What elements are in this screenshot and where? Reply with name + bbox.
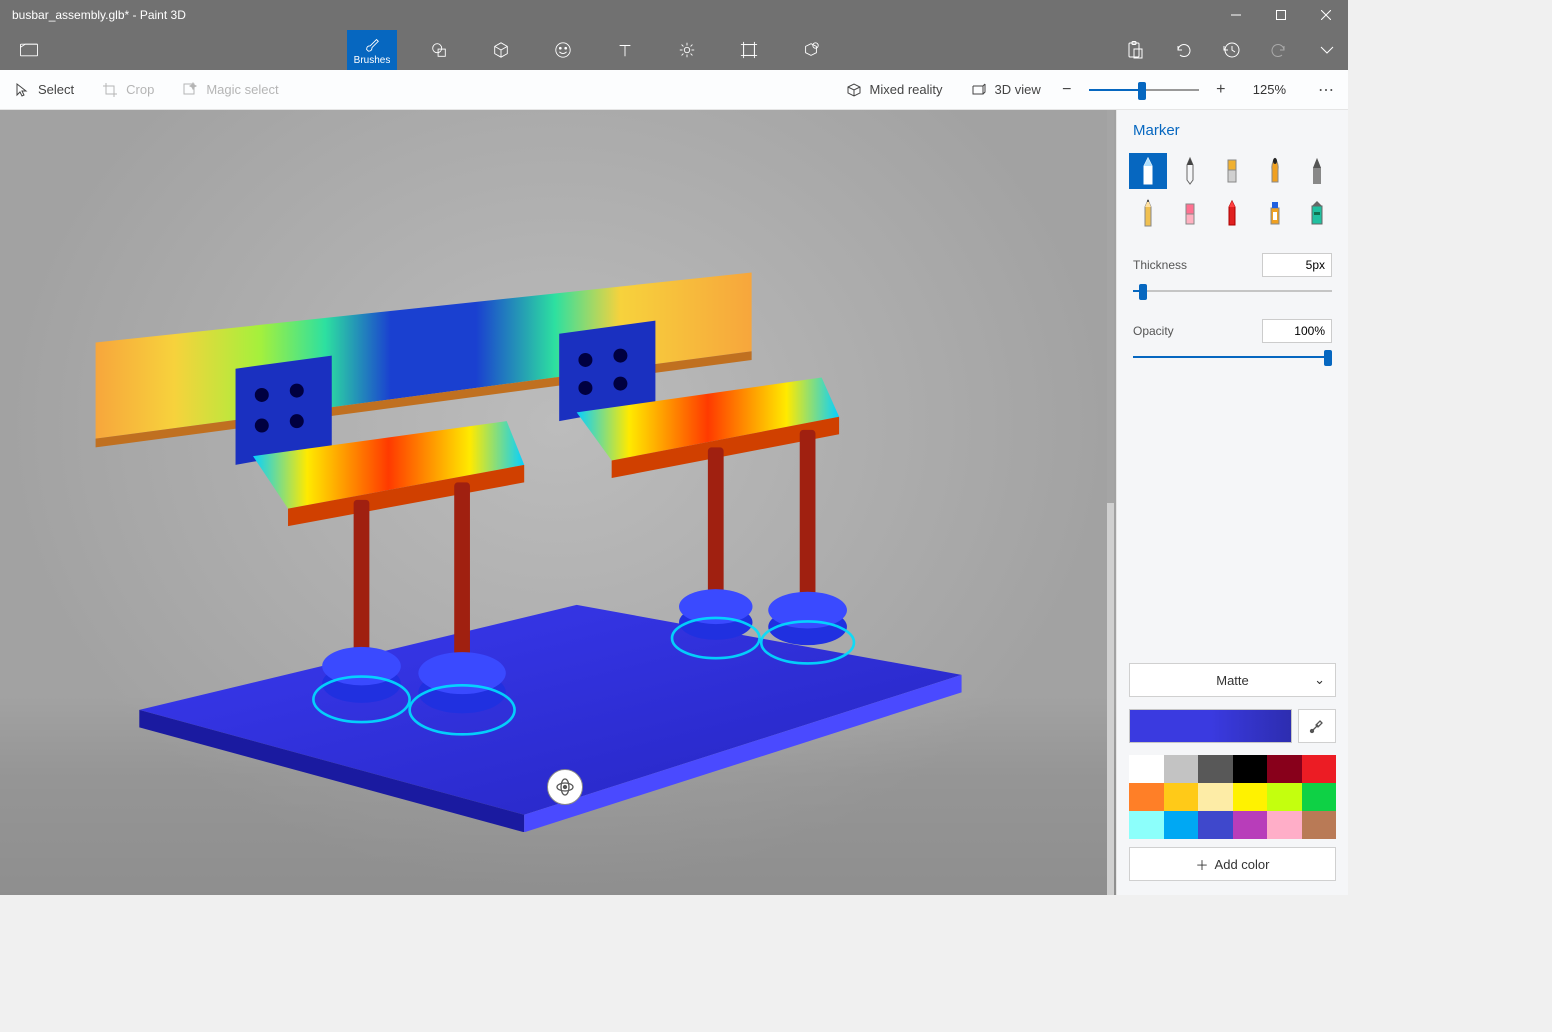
mixed-reality-button[interactable]: Mixed reality [832, 82, 957, 98]
color-swatch[interactable] [1198, 783, 1233, 811]
material-label: Matte [1216, 673, 1249, 688]
brush-watercolor[interactable] [1256, 153, 1294, 189]
opacity-slider[interactable] [1133, 347, 1332, 367]
color-swatch[interactable] [1164, 783, 1199, 811]
mixed-label: Mixed reality [870, 82, 943, 97]
zoom-out-button[interactable]: − [1055, 78, 1079, 102]
tab-brushes[interactable]: Brushes [347, 30, 397, 70]
plus-icon: ＋ [1196, 855, 1209, 874]
zoom-percent: 125% [1243, 82, 1296, 97]
maximize-button[interactable] [1258, 0, 1303, 30]
thickness-slider[interactable] [1133, 281, 1332, 301]
color-swatch[interactable] [1129, 811, 1164, 839]
chevron-down-icon: ⌄ [1314, 672, 1325, 688]
color-swatch[interactable] [1267, 755, 1302, 783]
crop-tool[interactable]: Crop [88, 82, 168, 98]
color-swatch[interactable] [1198, 811, 1233, 839]
opacity-input[interactable] [1262, 319, 1332, 343]
panel-title: Marker [1117, 110, 1348, 153]
brush-grid [1117, 153, 1348, 245]
opacity-label: Opacity [1133, 324, 1174, 338]
minimize-button[interactable] [1213, 0, 1258, 30]
sub-toolbar: Select Crop Magic select Mixed reality 3… [0, 70, 1348, 110]
zoom-in-button[interactable]: + [1209, 78, 1233, 102]
magic-label: Magic select [206, 82, 278, 97]
vertical-scrollbar[interactable] [1107, 110, 1114, 895]
color-swatch[interactable] [1267, 811, 1302, 839]
zoom-slider[interactable] [1089, 78, 1199, 102]
add-color-button[interactable]: ＋ Add color [1129, 847, 1336, 881]
menu-button[interactable] [0, 30, 58, 70]
select-tool[interactable]: Select [0, 82, 88, 98]
color-palette [1129, 755, 1336, 839]
orbit-button[interactable] [547, 769, 583, 805]
tab-effects[interactable] [667, 30, 707, 70]
window-title: busbar_assembly.glb* - Paint 3D [12, 8, 186, 22]
color-swatch[interactable] [1129, 755, 1164, 783]
3d-view-button[interactable]: 3D view [957, 82, 1055, 98]
paste-button[interactable] [1120, 35, 1150, 65]
brush-eraser[interactable] [1171, 195, 1209, 231]
tab-label: Brushes [354, 55, 391, 66]
brush-pixel-pen[interactable] [1298, 153, 1336, 189]
add-color-label: Add color [1215, 857, 1270, 872]
brush-marker[interactable] [1129, 153, 1167, 189]
undo-button[interactable] [1168, 35, 1198, 65]
brush-fill[interactable] [1298, 195, 1336, 231]
color-swatch[interactable] [1198, 755, 1233, 783]
color-swatch[interactable] [1302, 783, 1337, 811]
brush-pencil[interactable] [1129, 195, 1167, 231]
color-swatch[interactable] [1233, 783, 1268, 811]
color-swatch[interactable] [1129, 783, 1164, 811]
brush-oil[interactable] [1213, 153, 1251, 189]
thickness-label: Thickness [1133, 258, 1187, 272]
color-swatch[interactable] [1267, 783, 1302, 811]
side-panel: Marker Thickness Opacity [1116, 110, 1348, 895]
color-swatch[interactable] [1302, 811, 1337, 839]
tab-stickers[interactable] [543, 30, 583, 70]
crop-label: Crop [126, 82, 154, 97]
color-swatch[interactable] [1233, 755, 1268, 783]
redo-button[interactable] [1264, 35, 1294, 65]
busbar-3d-model[interactable] [22, 220, 1026, 832]
tab-3d-shapes[interactable] [481, 30, 521, 70]
close-button[interactable] [1303, 0, 1348, 30]
select-label: Select [38, 82, 74, 97]
magic-select-tool[interactable]: Magic select [168, 82, 292, 98]
tab-text[interactable] [605, 30, 645, 70]
tab-3d-library[interactable] [791, 30, 831, 70]
brush-calligraphy[interactable] [1171, 153, 1209, 189]
3dview-label: 3D view [995, 82, 1041, 97]
tab-2d-shapes[interactable] [419, 30, 459, 70]
canvas-3d-viewport[interactable] [0, 110, 1116, 895]
history-button[interactable] [1216, 35, 1246, 65]
color-swatch[interactable] [1233, 811, 1268, 839]
more-button[interactable]: ⋯ [1304, 80, 1348, 100]
color-swatch[interactable] [1164, 755, 1199, 783]
eyedropper-button[interactable] [1298, 709, 1336, 743]
current-color-swatch[interactable] [1129, 709, 1292, 743]
thickness-input[interactable] [1262, 253, 1332, 277]
brush-spray[interactable] [1256, 195, 1294, 231]
color-swatch[interactable] [1302, 755, 1337, 783]
color-swatch[interactable] [1164, 811, 1199, 839]
main-toolbar: Brushes [0, 30, 1348, 70]
tab-canvas[interactable] [729, 30, 769, 70]
material-dropdown[interactable]: Matte ⌄ [1129, 663, 1336, 697]
expand-button[interactable] [1312, 35, 1342, 65]
brush-crayon[interactable] [1213, 195, 1251, 231]
title-bar: busbar_assembly.glb* - Paint 3D [0, 0, 1348, 30]
